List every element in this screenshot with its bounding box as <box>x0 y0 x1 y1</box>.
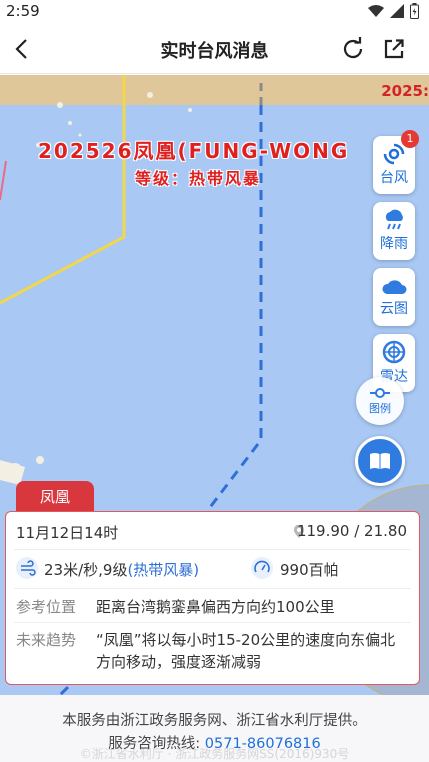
wind-speed-value: 23米/秒,9级 <box>44 561 128 579</box>
signal-icon <box>390 4 404 18</box>
status-bar: 2:59 <box>0 0 429 24</box>
divider <box>14 622 411 623</box>
cloud-layer-label: 云图 <box>380 301 408 317</box>
wifi-icon <box>368 5 384 17</box>
rain-icon <box>385 209 403 230</box>
footer-provider: 本服务由浙江政务服务网、浙江省水利厅提供。 <box>62 713 367 729</box>
typhoon-layer-label: 台风 <box>380 170 408 186</box>
typhoon-coordinates: 119.90 / 21.80 <box>296 522 407 540</box>
share-icon[interactable] <box>381 36 407 62</box>
hotline-link[interactable]: 0571-86076816 <box>205 736 321 752</box>
refresh-icon[interactable] <box>340 36 366 62</box>
typhoon-count-badge: 1 <box>401 130 419 148</box>
info-book-button[interactable] <box>355 436 405 486</box>
wind-pressure-row: 23米/秒,9级(热带风暴) 990百帕 <box>6 557 419 581</box>
status-time: 2:59 <box>6 2 40 20</box>
reference-value: 距离台湾鹅銮鼻偏西方向约100公里 <box>96 598 335 616</box>
status-icons <box>368 3 419 19</box>
cloud-icon <box>382 280 407 294</box>
tab-typhoon-fungwong[interactable]: 凤凰 <box>16 481 94 513</box>
rain-layer-button[interactable]: 降雨 <box>373 202 415 260</box>
typhoon-info-card: 11月12日14时 119.90 / 21.80 23米/秒,9级(热带风暴) … <box>5 511 420 685</box>
radar-icon <box>382 340 406 364</box>
legend-button[interactable]: 图例 <box>356 377 404 425</box>
wind-speed: 23米/秒,9级(热带风暴) <box>44 559 199 580</box>
map-ticker: 2025: <box>381 82 429 100</box>
typhoon-layer-button[interactable]: 台风 1 <box>373 130 419 194</box>
reference-label: 参考位置 <box>16 598 77 616</box>
trend-row: 未来趋势 “凤凰”将以每小时15-20公里的速度向东偏北方向移动，强度逐渐减弱 <box>6 629 419 673</box>
time-row: 11月12日14时 119.90 / 21.80 <box>6 522 419 544</box>
typhoon-name-label: 202526凤凰(FUNG-WONG <box>38 139 350 163</box>
rain-layer-label: 降雨 <box>380 236 408 252</box>
divider <box>14 588 411 589</box>
warning-line-24h <box>0 75 126 305</box>
legend-label: 图例 <box>369 401 391 415</box>
hotline-label: 服务咨询热线: <box>108 736 201 752</box>
divider <box>14 549 411 550</box>
typhoon-level-label: 等级：热带风暴 <box>135 169 262 188</box>
footer: ©浙江省水利厅 · 浙江政务服务网SS(2016)930号 本服务由浙江政务服务… <box>0 695 429 762</box>
wind-level: (热带风暴) <box>127 561 200 579</box>
pressure-icon <box>251 557 273 579</box>
book-icon <box>370 453 390 469</box>
battery-icon <box>410 3 419 19</box>
observation-time: 11月12日14时 <box>16 524 119 542</box>
nav-bar: 实时台风消息 <box>0 24 429 74</box>
cloud-layer-button[interactable]: 云图 <box>373 268 415 326</box>
wind-icon <box>16 557 38 579</box>
warning-line-48h <box>0 160 7 201</box>
air-pressure: 990百帕 <box>280 561 339 579</box>
trend-label: 未来趋势 <box>16 631 77 649</box>
footer-hotline-line: 服务咨询热线: 0571-86076816 <box>0 732 429 753</box>
legend-icon <box>370 387 390 398</box>
typhoon-icon <box>383 143 405 165</box>
reference-row: 参考位置 距离台湾鹅銮鼻偏西方向约100公里 <box>6 596 419 618</box>
trend-value: “凤凰”将以每小时15-20公里的速度向东偏北方向移动，强度逐渐减弱 <box>96 631 396 671</box>
